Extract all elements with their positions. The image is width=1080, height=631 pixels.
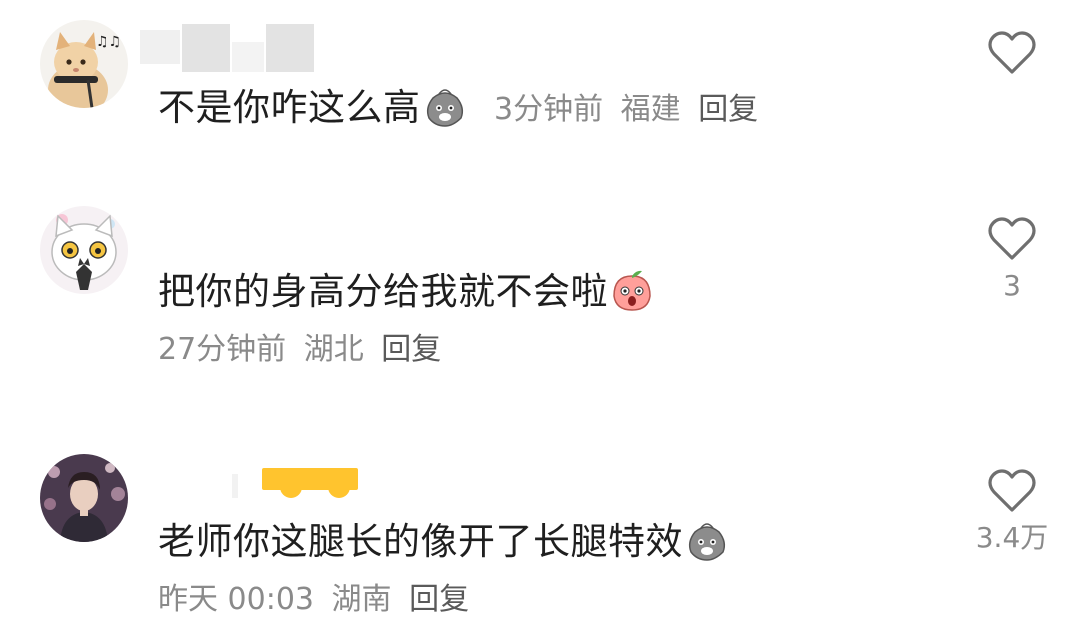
cartoon-cat-avatar — [40, 206, 128, 294]
comment-time: 27分钟前 — [158, 332, 287, 367]
comment-item: 把你的身高分给我就不会啦 27分钟前 湖北 回复 3 — [0, 190, 1080, 390]
concert-photo-avatar — [40, 454, 128, 542]
like-count: 3.4万 — [975, 521, 1049, 554]
avatar[interactable]: ♫♫ — [40, 20, 128, 108]
comment-location: 福建 — [620, 92, 681, 127]
surprised-peach-emoji-icon — [610, 268, 654, 323]
heart-outline-icon — [988, 469, 1036, 512]
comment-text: 老师你这腿长的像开了长腿特效 — [158, 518, 729, 573]
comment-text-content: 把你的身高分给我就不会啦 — [158, 270, 608, 313]
avatar[interactable] — [40, 454, 128, 542]
smug-face-emoji-icon — [423, 84, 467, 139]
cat-with-headphones-avatar: ♫♫ — [40, 20, 128, 108]
reply-button[interactable]: 回复 — [381, 332, 441, 367]
username-redacted — [232, 466, 360, 498]
like-button[interactable]: 3 — [977, 216, 1047, 304]
comment-location: 湖南 — [331, 582, 392, 617]
comment-time: 昨天 00:03 — [158, 582, 314, 617]
heart-outline-icon — [988, 217, 1036, 260]
comment-item: 老师你这腿长的像开了长腿特效 昨天 00:03 湖南 回复 3.4万 — [0, 440, 1080, 631]
reply-button[interactable]: 回复 — [698, 92, 758, 127]
avatar[interactable] — [40, 206, 128, 294]
comment-text: 不是你咋这么高 — [158, 84, 467, 139]
smug-face-emoji-icon — [685, 518, 729, 573]
comment-meta: 昨天 00:03 湖南 回复 — [158, 580, 477, 620]
comment-text: 把你的身高分给我就不会啦 — [158, 268, 654, 323]
comment-location: 湖北 — [303, 332, 364, 367]
comment-item: ♫♫ 不是你咋这么高 3分钟前 福建 回复 — [0, 0, 1080, 150]
heart-outline-icon — [988, 31, 1036, 74]
like-button[interactable]: 3.4万 — [967, 468, 1057, 556]
username-redacted — [140, 24, 315, 72]
comment-meta: 3分钟前 福建 回复 — [494, 90, 766, 130]
comment-time: 3分钟前 — [494, 92, 604, 127]
comment-text-content: 不是你咋这么高 — [158, 86, 421, 129]
reply-button[interactable]: 回复 — [409, 582, 469, 617]
svg-text:♫♫: ♫♫ — [96, 34, 121, 50]
like-count: 3 — [1003, 269, 1021, 302]
like-button[interactable] — [977, 30, 1047, 82]
comment-meta: 27分钟前 湖北 回复 — [158, 330, 449, 370]
comment-text-content: 老师你这腿长的像开了长腿特效 — [158, 520, 683, 563]
